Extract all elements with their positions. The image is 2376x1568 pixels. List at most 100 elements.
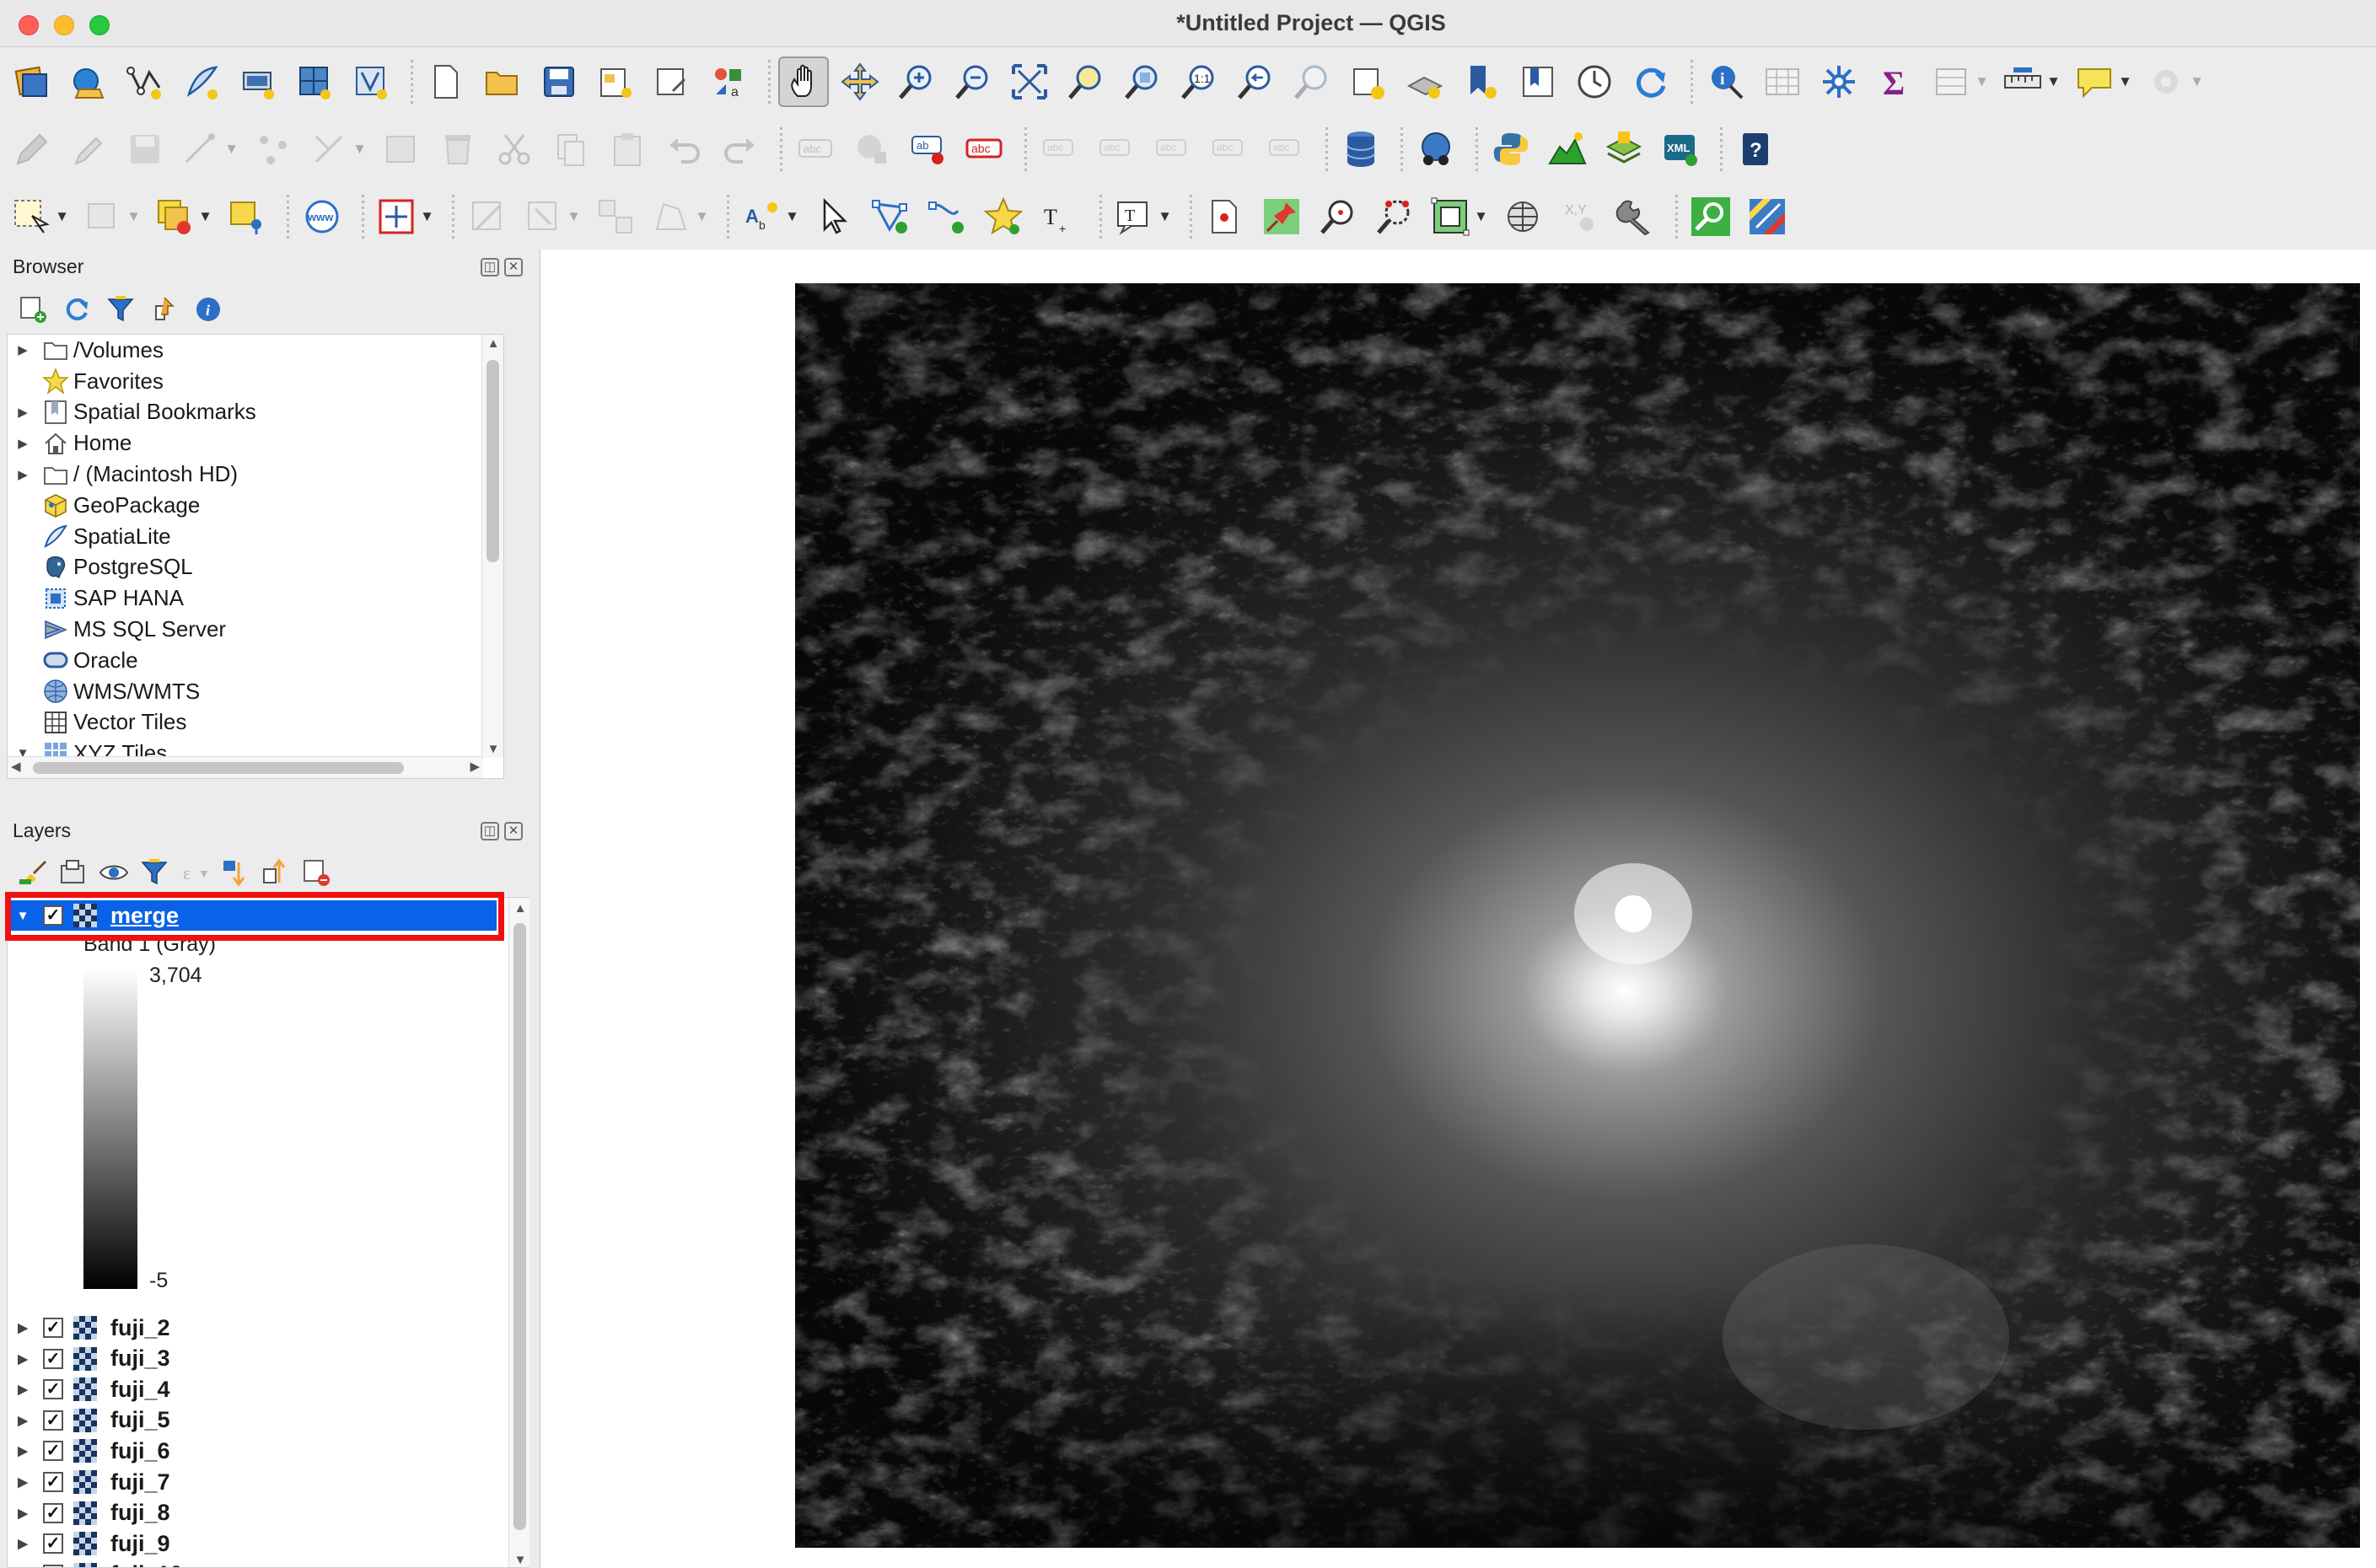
browser-item[interactable]: GeoPackage <box>8 490 503 521</box>
new-map-view-icon[interactable] <box>1343 56 1394 107</box>
select-features-icon[interactable]: ▼ <box>7 191 73 242</box>
new-3d-view-icon[interactable] <box>1400 56 1450 107</box>
browser-item[interactable]: ▶ / (Macintosh HD) <box>8 459 503 490</box>
qgis-cloud-icon[interactable] <box>1742 191 1793 242</box>
layer-row[interactable]: ▶ ✓ fuji_7 <box>8 1467 505 1497</box>
layer-visibility-checkbox[interactable]: ✓ <box>43 1564 63 1567</box>
layer-visibility-checkbox[interactable]: ✓ <box>43 1441 63 1462</box>
open-attribute-table-icon[interactable] <box>1757 56 1808 107</box>
reshape-icon[interactable]: ▼ <box>647 191 712 242</box>
add-group-icon[interactable] <box>57 856 89 889</box>
float-panel-button[interactable]: ◫ <box>481 258 499 277</box>
label-tool-icon[interactable] <box>847 124 897 175</box>
metasearch-icon[interactable] <box>1411 124 1461 175</box>
move-label-icon[interactable]: abc <box>1035 124 1085 175</box>
add-text-annotation-icon[interactable]: T + <box>1035 191 1085 242</box>
layer-visibility-checkbox[interactable]: ✓ <box>43 1379 63 1400</box>
refresh-browser-icon[interactable] <box>61 293 93 325</box>
layer-visibility-checkbox[interactable]: ✓ <box>43 1348 63 1369</box>
database-icon[interactable] <box>1336 124 1386 175</box>
help-icon[interactable]: ? <box>1730 124 1781 175</box>
layer-visibility-checkbox[interactable]: ✓ <box>43 1502 63 1523</box>
vertex-tool-icon[interactable] <box>248 124 298 175</box>
expand-arrow-icon[interactable]: ▶ <box>8 1506 38 1521</box>
pan-map-icon[interactable] <box>778 56 829 107</box>
browser-item[interactable]: MS SQL Server <box>8 614 503 645</box>
pin-map-icon[interactable] <box>1256 191 1307 242</box>
dock-splitter[interactable] <box>529 250 540 1568</box>
map-canvas[interactable] <box>540 250 2376 1568</box>
manage-visibility-icon[interactable] <box>98 856 130 889</box>
collapse-all-layers-icon[interactable] <box>260 856 292 889</box>
add-polygon-node-icon[interactable] <box>865 191 916 242</box>
print-layout-icon[interactable] <box>590 56 641 107</box>
digitize-vector-icon[interactable] <box>120 56 170 107</box>
browser-tree[interactable]: ▶ /Volumes Favorites ▶ Spatial Bookmarks ▶ Hom… <box>7 334 504 779</box>
browser-horizontal-scrollbar[interactable]: ◀ ▶ <box>8 756 483 778</box>
select-by-value-icon[interactable]: ▼ <box>78 191 144 242</box>
layout-manager-icon[interactable] <box>647 56 697 107</box>
browser-item[interactable]: ▶ Spatial Bookmarks <box>8 397 503 428</box>
zoom-full-icon[interactable] <box>1004 56 1055 107</box>
layer-visibility-checkbox[interactable]: ✓ <box>43 1472 63 1492</box>
browser-item[interactable]: SpatiaLite <box>8 521 503 552</box>
expand-arrow-icon[interactable]: ▶ <box>8 1474 38 1490</box>
virtual-layer-icon[interactable] <box>233 56 283 107</box>
float-panel-button[interactable]: ◫ <box>481 822 499 840</box>
xml-export-icon[interactable]: XML <box>1655 124 1706 175</box>
browser-item[interactable]: ▶ Home <box>8 427 503 459</box>
spatialite-layer-icon[interactable] <box>176 56 227 107</box>
filter-expression-icon[interactable]: ε ▼ <box>179 856 211 889</box>
browser-item[interactable]: WMS/WMTS <box>8 676 503 707</box>
browser-item[interactable]: Oracle <box>8 645 503 676</box>
select-arrow-icon[interactable] <box>809 191 859 242</box>
add-marker-icon[interactable] <box>978 191 1029 242</box>
expand-arrow-icon[interactable]: ▶ <box>8 1443 38 1458</box>
new-project-layer-icon[interactable] <box>7 56 57 107</box>
browser-item[interactable]: SAP HANA <box>8 583 503 614</box>
expand-arrow-icon[interactable]: ▶ <box>8 405 38 420</box>
temporal-controller-icon[interactable] <box>1569 56 1620 107</box>
add-line-node-icon[interactable] <box>922 191 972 242</box>
search-locate-icon[interactable] <box>1685 191 1736 242</box>
zoom-pixel-icon[interactable] <box>1313 191 1363 242</box>
expand-arrow-icon[interactable]: ▶ <box>8 342 38 357</box>
layers-vertical-scrollbar[interactable]: ▲ ▼ <box>508 898 530 1567</box>
edit-pencil-icon[interactable] <box>7 124 57 175</box>
label-text-icon[interactable]: Ab ▼ <box>737 191 803 242</box>
undo-icon[interactable] <box>659 124 709 175</box>
add-feature-icon[interactable]: ▼ <box>176 124 242 175</box>
delete-selected-icon[interactable] <box>433 124 483 175</box>
processing-toolbox-icon[interactable] <box>1814 56 1864 107</box>
properties-info-icon[interactable]: i <box>192 293 224 325</box>
browser-vertical-scrollbar[interactable]: ▲ ▼ <box>481 335 503 758</box>
browser-item[interactable]: ▶ /Volumes <box>8 335 503 366</box>
vertex-tool-menu-icon[interactable]: ▼ <box>304 124 370 175</box>
toggle-editing-icon[interactable] <box>63 124 114 175</box>
zoom-native-icon[interactable]: 1:1 <box>1174 56 1224 107</box>
layer-visibility-checkbox[interactable]: ✓ <box>43 1410 63 1431</box>
annotation-settings-icon[interactable]: ▼ <box>2142 56 2207 107</box>
layer-row[interactable]: ▶✓fuji_10 <box>8 1560 505 1567</box>
change-label-icon[interactable]: abc <box>1204 124 1255 175</box>
show-hide-labels-icon[interactable]: abc <box>1091 124 1142 175</box>
redo-icon[interactable] <box>715 124 766 175</box>
expand-arrow-icon[interactable]: ▶ <box>8 1351 38 1367</box>
paste-features-icon[interactable] <box>602 124 653 175</box>
pan-to-selection-icon[interactable] <box>835 56 885 107</box>
layer-row[interactable]: ▶ ✓ fuji_9 <box>8 1528 505 1559</box>
layer-row[interactable]: ▶ ✓ fuji_8 <box>8 1498 505 1528</box>
deselect-features-icon[interactable]: ▼ <box>150 191 216 242</box>
zoom-last-icon[interactable] <box>1230 56 1281 107</box>
expand-arrow-icon[interactable]: ▶ <box>8 436 38 451</box>
terrain-profile-icon[interactable] <box>1542 124 1593 175</box>
save-edits-icon[interactable] <box>120 124 170 175</box>
layer-visibility-checkbox[interactable]: ✓ <box>43 1318 63 1338</box>
attribute-table-menu-icon[interactable]: ▼ <box>1927 56 1992 107</box>
refresh-icon[interactable] <box>1626 56 1676 107</box>
filter-legend-icon[interactable] <box>138 856 170 889</box>
layer-visibility-checkbox[interactable]: ✓ <box>43 1533 63 1555</box>
style-brush-icon[interactable] <box>17 856 49 889</box>
label-abc-icon[interactable]: abc <box>790 124 841 175</box>
remove-layer-icon[interactable] <box>300 856 332 889</box>
